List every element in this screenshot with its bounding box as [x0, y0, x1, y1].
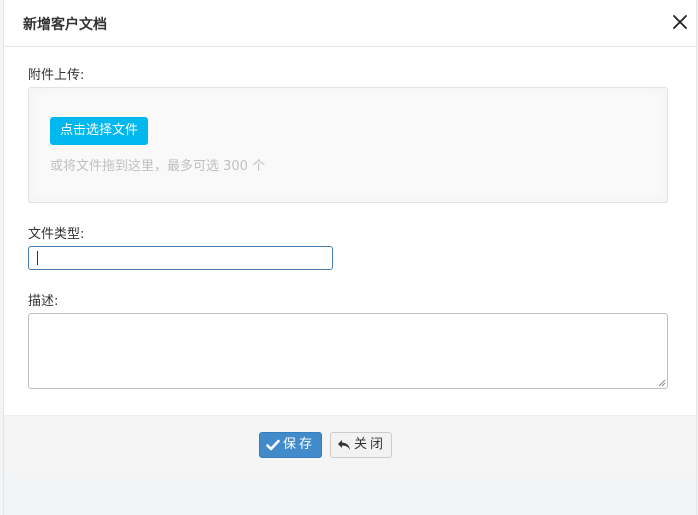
modal-header: 新增客户文档 — [4, 0, 696, 47]
text-caret — [37, 251, 38, 265]
reply-icon — [338, 440, 350, 450]
upload-hint: 或将文件拖到这里，最多可选 300 个 — [50, 159, 266, 174]
resize-handle-icon[interactable] — [658, 379, 666, 387]
save-button[interactable]: 保存 — [259, 432, 322, 458]
modal-footer: 保存 关闭 — [4, 415, 696, 474]
description-label: 描述: — [28, 294, 59, 309]
modal-dialog: 新增客户文档 附件上传: 点击选择文件 或将文件拖到这里，最多可选 300 个 … — [3, 0, 697, 515]
modal-bottom-area — [4, 474, 696, 515]
file-type-input[interactable] — [28, 246, 333, 270]
close-icon[interactable] — [670, 12, 690, 32]
modal-title: 新增客户文档 — [23, 17, 107, 33]
choose-file-button[interactable]: 点击选择文件 — [50, 117, 148, 145]
description-textarea[interactable] — [28, 313, 668, 389]
upload-dropzone[interactable]: 点击选择文件 或将文件拖到这里，最多可选 300 个 — [28, 87, 668, 203]
attachment-label: 附件上传: — [28, 68, 85, 83]
modal-body: 附件上传: 点击选择文件 或将文件拖到这里，最多可选 300 个 文件类型: 描… — [4, 47, 696, 415]
file-type-label: 文件类型: — [28, 227, 85, 242]
close-button-label: 关闭 — [354, 437, 387, 452]
close-button[interactable]: 关闭 — [330, 432, 392, 458]
save-button-label: 保存 — [283, 437, 316, 452]
check-icon — [266, 439, 280, 451]
